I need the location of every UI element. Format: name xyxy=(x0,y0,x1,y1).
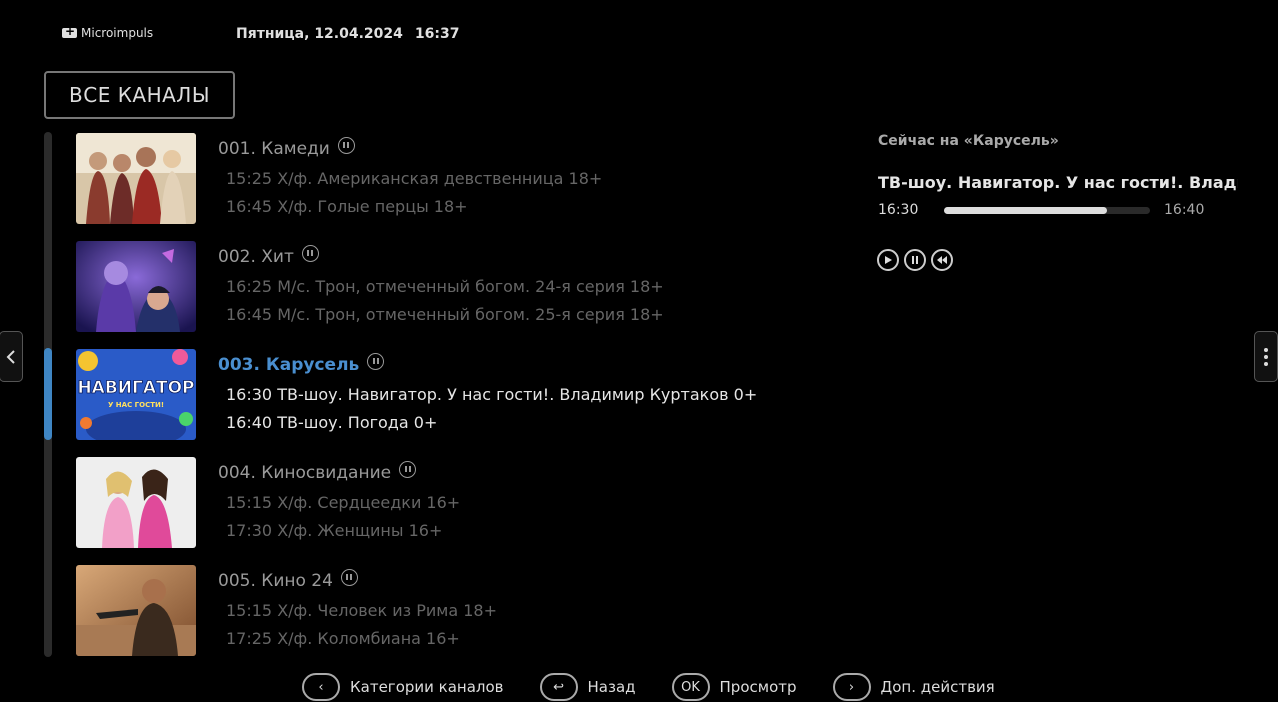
channel-thumbnail xyxy=(76,565,196,656)
channel-name: 002. Хит xyxy=(218,244,319,267)
timeshift-icon xyxy=(340,568,358,586)
timeshift-icon xyxy=(399,460,417,478)
logo: Microimpuls xyxy=(62,24,154,40)
program-current: 15:15 Х/ф. Сердцеедки 16+ xyxy=(226,493,461,512)
channel-name: 003. Карусель xyxy=(218,352,385,375)
pause-icon[interactable] xyxy=(904,249,926,271)
program-next: 16:45 М/с. Трон, отмеченный богом. 25-я … xyxy=(226,305,664,324)
channel-thumbnail xyxy=(76,241,196,332)
time-label: 16:37 xyxy=(414,26,460,42)
logo-mark-icon xyxy=(62,24,77,38)
channel-thumbnail xyxy=(76,457,196,548)
program-current: 16:30 ТВ-шоу. Навигатор. У нас гости!. В… xyxy=(226,385,758,404)
channel-name: 004. Киносвидание xyxy=(218,460,417,483)
channel-item[interactable]: 001. Камеди 15:25 Х/ф. Американская девс… xyxy=(76,133,796,225)
date-time: Пятница, 12.04.2024 16:37 xyxy=(236,26,459,42)
channel-name: 001. Камеди xyxy=(218,136,355,159)
program-next: 17:30 Х/ф. Женщины 16+ xyxy=(226,521,443,540)
scrollbar-thumb[interactable] xyxy=(44,348,52,440)
back-arrow-key-icon: ↩ xyxy=(539,673,578,701)
play-icon[interactable] xyxy=(877,249,899,271)
chevron-right-key-icon: › xyxy=(832,673,871,701)
hint-channel-categories[interactable]: ‹ Категории каналов xyxy=(302,673,504,701)
show-end-time: 16:40 xyxy=(1164,202,1205,218)
hint-more-actions[interactable]: › Доп. действия xyxy=(832,673,995,701)
previous-panel-button[interactable] xyxy=(0,331,23,382)
channel-thumbnail xyxy=(76,133,196,224)
show-start-time: 16:30 xyxy=(878,202,919,218)
svg-text:У НАС ГОСТИ!: У НАС ГОСТИ! xyxy=(108,401,164,409)
program-current: 15:25 Х/ф. Американская девственница 18+ xyxy=(226,169,603,188)
channel-item[interactable]: 005. Кино 24 15:15 Х/ф. Человек из Рима … xyxy=(76,565,796,657)
more-vertical-icon xyxy=(1264,347,1268,366)
now-playing-show: ТВ-шоу. Навигатор. У нас гости!. Влади..… xyxy=(878,173,1238,192)
channel-item[interactable]: 004. Киносвидание 15:15 Х/ф. Сердцеедки … xyxy=(76,457,796,549)
show-progress-bar xyxy=(944,207,1150,214)
chevron-left-key-icon: ‹ xyxy=(302,673,340,701)
more-options-button[interactable] xyxy=(1254,331,1278,382)
channel-item[interactable]: 002. Хит 16:25 М/с. Трон, отмеченный бог… xyxy=(76,241,796,333)
channel-item-selected[interactable]: НАВИГАТОР У НАС ГОСТИ! 003. Карусель 16:… xyxy=(76,349,796,441)
all-channels-button[interactable]: ВСЕ КАНАЛЫ xyxy=(44,71,235,119)
footer-hints: ‹ Категории каналов ↩ Назад OK Просмотр … xyxy=(302,673,1031,701)
timeshift-icon xyxy=(367,352,385,370)
date-label: Пятница, 12.04.2024 xyxy=(236,26,403,42)
logo-text: Microimpuls xyxy=(81,26,154,40)
timeshift-icon xyxy=(301,244,319,262)
chevron-left-icon xyxy=(6,349,15,364)
ok-key-icon: OK xyxy=(671,673,710,701)
svg-text:НАВИГАТОР: НАВИГАТОР xyxy=(77,378,194,398)
program-next: 16:40 ТВ-шоу. Погода 0+ xyxy=(226,413,438,432)
program-next: 17:25 Х/ф. Коломбиана 16+ xyxy=(226,629,460,648)
now-playing-title: Сейчас на «Карусель» xyxy=(878,133,1059,149)
playback-controls xyxy=(877,249,953,271)
channel-thumbnail: НАВИГАТОР У НАС ГОСТИ! xyxy=(76,349,196,440)
channel-name: 005. Кино 24 xyxy=(218,568,358,591)
timeshift-icon xyxy=(337,136,355,154)
hint-watch[interactable]: OK Просмотр xyxy=(671,673,797,701)
show-progress-fill xyxy=(944,207,1107,214)
program-current: 15:15 Х/ф. Человек из Рима 18+ xyxy=(226,601,498,620)
program-current: 16:25 М/с. Трон, отмеченный богом. 24-я … xyxy=(226,277,664,296)
program-next: 16:45 Х/ф. Голые перцы 18+ xyxy=(226,197,468,216)
hint-back[interactable]: ↩ Назад xyxy=(539,673,636,701)
rewind-icon[interactable] xyxy=(931,249,953,271)
